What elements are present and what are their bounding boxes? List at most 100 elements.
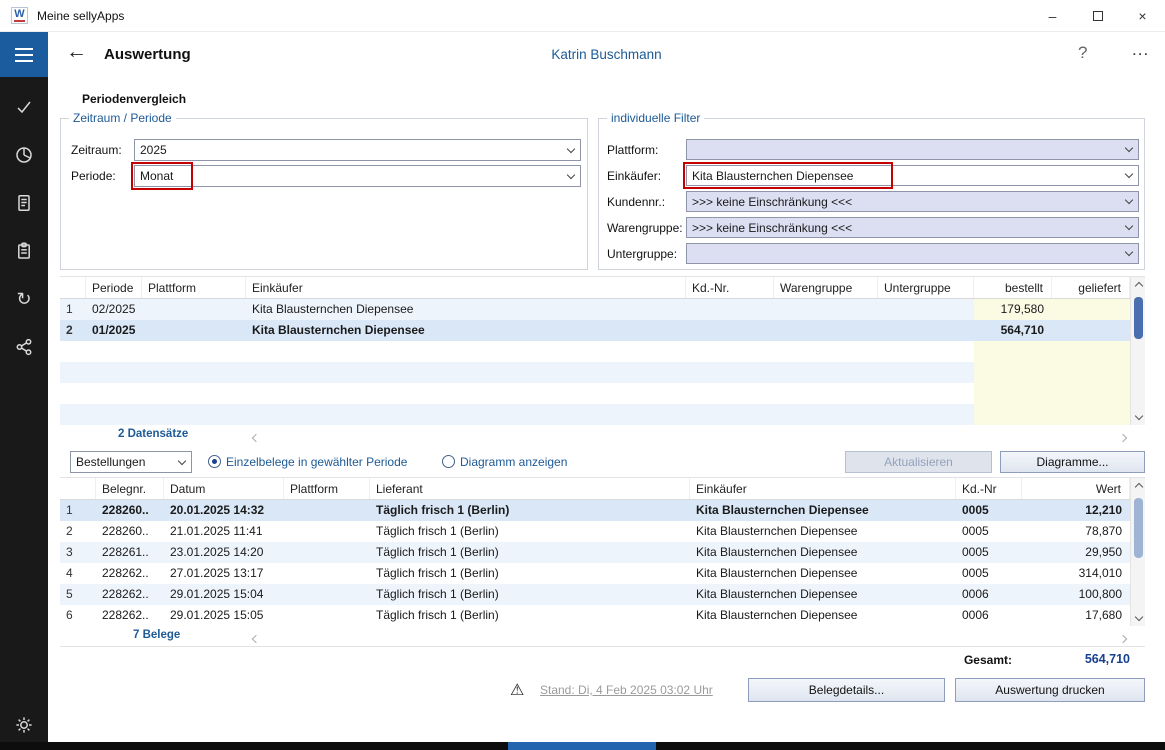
scroll-up-icon[interactable]	[1131, 277, 1146, 292]
table-row-empty	[60, 341, 1130, 362]
period-groupbox-title: Zeitraum / Periode	[69, 111, 176, 125]
total-value: 564,710	[1085, 652, 1130, 666]
chevron-down-icon	[1120, 252, 1138, 255]
detail-table: Belegnr. Datum Plattform Lieferant Einkä…	[60, 477, 1145, 625]
chevron-down-icon	[562, 175, 580, 178]
hamburger-icon	[15, 48, 33, 50]
app-icon: W	[11, 7, 28, 24]
background-window-accent	[508, 742, 656, 750]
sidebar-item-share[interactable]	[0, 332, 48, 362]
table-row-selected[interactable]: 1 228260.. 20.01.2025 14:32 Täglich fris…	[60, 500, 1130, 521]
titlebar: W Meine sellyApps – ×	[0, 0, 1165, 32]
user-name[interactable]: Katrin Buschmann	[48, 47, 1165, 62]
maximize-icon	[1093, 11, 1103, 21]
radio-selected-icon	[208, 455, 221, 468]
sidebar-item-reports[interactable]	[0, 140, 48, 170]
einkaeufer-label: Einkäufer:	[607, 169, 661, 183]
sync-icon: ↻	[16, 289, 31, 310]
warning-icon: ⚠	[510, 680, 524, 700]
chevron-down-icon	[1120, 148, 1138, 151]
filter-groupbox-title: individuelle Filter	[607, 111, 704, 125]
page-prev-icon[interactable]	[250, 631, 259, 645]
scrollbar[interactable]	[1130, 277, 1145, 425]
page-next-icon[interactable]	[1120, 631, 1129, 645]
page-prev-icon[interactable]	[250, 430, 259, 444]
zeitraum-label: Zeitraum:	[71, 143, 122, 157]
period-table: Periode Plattform Einkäufer Kd.-Nr. Ware…	[60, 276, 1145, 424]
table-row[interactable]: 5 228262.. 29.01.2025 15:04 Täglich fris…	[60, 584, 1130, 605]
background-window-strip	[0, 742, 1165, 750]
scroll-up-icon[interactable]	[1131, 478, 1146, 493]
auswertung-drucken-button[interactable]: Auswertung drucken	[955, 678, 1145, 702]
total-label: Gesamt:	[964, 653, 1012, 667]
periode-highlight-box	[131, 162, 193, 190]
aktualisieren-button[interactable]: Aktualisieren	[845, 451, 992, 473]
chevron-down-icon	[562, 149, 580, 152]
table-row[interactable]: 1 02/2025 Kita Blausternchen Diepensee 1…	[60, 299, 1130, 320]
chevron-down-icon	[173, 461, 191, 464]
main-content: ← Auswertung Katrin Buschmann ? ... Peri…	[48, 32, 1165, 750]
diagramme-button[interactable]: Diagramme...	[1000, 451, 1145, 473]
radio-einzelbelege[interactable]: Einzelbelege in gewählter Periode	[208, 455, 407, 469]
maximize-button[interactable]	[1075, 0, 1120, 32]
untergruppe-dropdown[interactable]	[686, 243, 1139, 264]
share-icon	[14, 337, 34, 357]
table-row-empty	[60, 404, 1130, 425]
scrollbar-thumb[interactable]	[1134, 498, 1143, 558]
table-row-empty	[60, 362, 1130, 383]
sidebar-item-orders[interactable]	[0, 236, 48, 266]
warengruppe-dropdown[interactable]: >>> keine Einschränkung <<<	[686, 217, 1139, 238]
hamburger-menu-button[interactable]	[0, 32, 48, 77]
radio-unselected-icon	[442, 455, 455, 468]
period-table-count: 2 Datensätze	[118, 428, 188, 440]
zeitraum-dropdown[interactable]: 2025	[134, 139, 581, 161]
sidebar: ↻	[0, 32, 48, 750]
minimize-button[interactable]: –	[1030, 0, 1075, 32]
table-row-empty	[60, 383, 1130, 404]
chevron-down-icon	[1120, 226, 1138, 229]
plattform-label: Plattform:	[607, 143, 658, 157]
document-edit-icon	[14, 193, 34, 213]
gear-icon	[14, 715, 34, 735]
doc-type-dropdown[interactable]: Bestellungen	[70, 451, 192, 473]
periode-dropdown[interactable]: Monat	[134, 165, 581, 187]
kundennr-dropdown[interactable]: >>> keine Einschränkung <<<	[686, 191, 1139, 212]
sidebar-item-sync[interactable]: ↻	[0, 284, 48, 314]
period-table-header: Periode Plattform Einkäufer Kd.-Nr. Ware…	[60, 277, 1130, 299]
more-options-button[interactable]: ...	[1132, 40, 1149, 60]
divider	[60, 646, 1145, 647]
warengruppe-label: Warengruppe:	[607, 221, 683, 235]
pie-chart-icon	[14, 145, 34, 165]
sidebar-item-settings[interactable]	[0, 710, 48, 740]
scrollbar[interactable]	[1130, 478, 1145, 626]
section-title: Periodenvergleich	[82, 92, 186, 106]
page-next-icon[interactable]	[1120, 430, 1129, 444]
period-groupbox: Zeitraum / Periode Zeitraum: 2025 Period…	[60, 118, 588, 270]
einkaeufer-highlight-box	[683, 162, 893, 189]
close-button[interactable]: ×	[1120, 0, 1165, 32]
table-row[interactable]: 6 228262.. 29.01.2025 15:05 Täglich fris…	[60, 605, 1130, 626]
table-row[interactable]: 3 228261.. 23.01.2025 14:20 Täglich fris…	[60, 542, 1130, 563]
periode-label: Periode:	[71, 169, 116, 183]
scroll-down-icon[interactable]	[1131, 611, 1146, 626]
app-title: Meine sellyApps	[37, 9, 124, 23]
untergruppe-label: Untergruppe:	[607, 247, 677, 261]
sidebar-item-tasks[interactable]	[0, 92, 48, 122]
sidebar-item-documents[interactable]	[0, 188, 48, 218]
chevron-down-icon	[1120, 200, 1138, 203]
scrollbar-thumb[interactable]	[1134, 297, 1143, 339]
kundennr-label: Kundennr.:	[607, 195, 665, 209]
table-row[interactable]: 4 228262.. 27.01.2025 13:17 Täglich fris…	[60, 563, 1130, 584]
radio-diagramm[interactable]: Diagramm anzeigen	[442, 455, 567, 469]
detail-table-count: 7 Belege	[133, 629, 180, 641]
filter-groupbox: individuelle Filter Plattform: Einkäufer…	[598, 118, 1145, 270]
status-timestamp[interactable]: Stand: Di, 4 Feb 2025 03:02 Uhr	[540, 683, 713, 697]
table-row[interactable]: 2 228260.. 21.01.2025 11:41 Täglich fris…	[60, 521, 1130, 542]
check-icon	[14, 97, 34, 117]
help-button[interactable]: ?	[1078, 43, 1087, 63]
belegdetails-button[interactable]: Belegdetails...	[748, 678, 945, 702]
plattform-dropdown[interactable]	[686, 139, 1139, 160]
app-window: W Meine sellyApps – × ↻	[0, 0, 1165, 750]
scroll-down-icon[interactable]	[1131, 410, 1146, 425]
table-row-selected[interactable]: 2 01/2025 Kita Blausternchen Diepensee 5…	[60, 320, 1130, 341]
